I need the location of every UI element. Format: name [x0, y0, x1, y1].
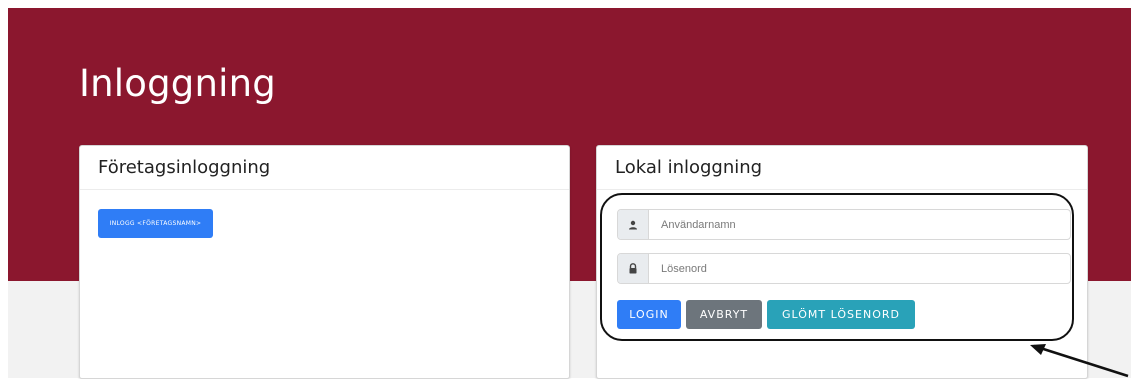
corporate-login-button[interactable]: INLOGG <FÖRETAGSNAMN> [98, 209, 213, 238]
local-login-title: Lokal inloggning [597, 146, 1087, 190]
cancel-button[interactable]: AVBRYT [686, 300, 762, 329]
corporate-login-title: Företagsinloggning [80, 146, 569, 190]
corporate-login-card: Företagsinloggning INLOGG <FÖRETAGSNAMN> [79, 145, 570, 379]
arrow-annotation [1030, 344, 1129, 378]
login-button[interactable]: LOGIN [617, 300, 681, 329]
password-input-group [617, 253, 1071, 284]
user-icon [618, 210, 649, 239]
username-input[interactable] [649, 210, 1070, 239]
page-title: Inloggning [79, 62, 276, 105]
password-input[interactable] [649, 254, 1070, 283]
forgot-password-button[interactable]: GLÖMT LÖSENORD [767, 300, 915, 329]
lock-icon [618, 254, 649, 283]
username-input-group [617, 209, 1071, 240]
local-login-card: Lokal inloggning LOGIN AVBRYT GLÖMT LÖSE… [596, 145, 1088, 379]
